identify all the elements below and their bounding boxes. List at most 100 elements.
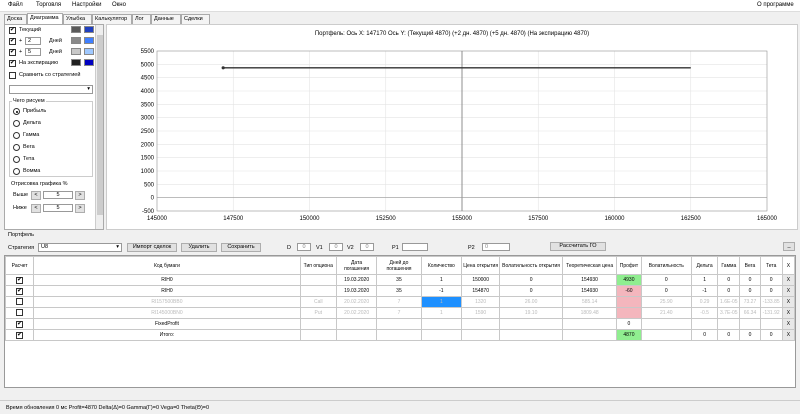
row-checkbox[interactable]: ✔: [16, 320, 24, 328]
radio-vega[interactable]: [13, 144, 20, 151]
tab-log[interactable]: Лог: [132, 14, 151, 24]
table-cell[interactable]: 1: [420, 307, 463, 319]
radio-delta[interactable]: [13, 120, 20, 127]
tab-calculator[interactable]: Калькулятор: [92, 14, 132, 24]
row-checkbox[interactable]: [16, 308, 24, 316]
collapse-button[interactable]: _: [783, 242, 795, 251]
column-header[interactable]: Расчет: [4, 256, 35, 275]
table-cell[interactable]: [420, 318, 463, 330]
calc-checkbox-cell[interactable]: ✔: [4, 318, 35, 330]
delete-button[interactable]: Удалить: [181, 243, 217, 252]
calc-checkbox-cell[interactable]: [4, 296, 35, 308]
tab-data[interactable]: Данные: [151, 14, 181, 24]
plus2-color-swatch-2[interactable]: [84, 37, 94, 44]
days1-input[interactable]: 2: [25, 37, 41, 45]
column-header[interactable]: Дельта: [690, 256, 719, 275]
column-header[interactable]: Вега: [739, 256, 761, 275]
column-header[interactable]: Волатильность: [640, 256, 692, 275]
left-panel-scrollbar[interactable]: [95, 25, 103, 229]
table-cell[interactable]: 1: [420, 274, 463, 286]
column-header[interactable]: Цена открытия: [460, 256, 501, 275]
table-row[interactable]: ✔ Итого: 4870 0 0 0 0 X: [4, 329, 796, 341]
row-delete-button[interactable]: X: [781, 274, 796, 286]
calc-checkbox-cell[interactable]: ✔: [4, 285, 35, 297]
calculate-margin-button[interactable]: Рассчитать ГО: [550, 242, 606, 251]
column-header[interactable]: Количество: [420, 256, 463, 275]
radio-vomma[interactable]: [13, 168, 20, 175]
row-delete-button[interactable]: X: [781, 318, 796, 330]
tab-deals[interactable]: Сделки: [181, 14, 210, 24]
row-checkbox[interactable]: ✔: [16, 331, 24, 339]
row-delete-button[interactable]: X: [781, 285, 796, 297]
expiry-color-swatch[interactable]: [71, 59, 81, 66]
plus2-checkbox[interactable]: ✔: [9, 38, 16, 45]
row-delete-button[interactable]: X: [781, 296, 796, 308]
below-value[interactable]: 5: [43, 204, 73, 212]
current-color-swatch[interactable]: [71, 26, 81, 33]
menu-about[interactable]: О программе: [757, 2, 794, 8]
d-input[interactable]: 0: [297, 243, 311, 251]
table-row[interactable]: RI145000BN0 Put 20.02.2020 7 1 1590 19.10 1809.…: [4, 307, 796, 319]
plus5-color-swatch[interactable]: [71, 48, 81, 55]
save-button[interactable]: Сохранить: [221, 243, 261, 252]
table-cell[interactable]: 1: [420, 296, 463, 308]
column-header[interactable]: Дней до погашения: [376, 256, 422, 275]
radio-gamma[interactable]: [13, 132, 20, 139]
row-checkbox[interactable]: ✔: [16, 276, 24, 284]
column-header[interactable]: Гамма: [717, 256, 741, 275]
menu-trade[interactable]: Торговля: [36, 2, 61, 8]
days2-input[interactable]: 5: [25, 48, 41, 56]
row-checkbox[interactable]: [16, 297, 24, 305]
menu-settings[interactable]: Настройки: [72, 2, 101, 8]
column-header[interactable]: Профит: [616, 256, 642, 275]
plus5-color-swatch-2[interactable]: [84, 48, 94, 55]
radio-profit[interactable]: [13, 108, 20, 115]
compare-checkbox[interactable]: [9, 72, 16, 79]
table-row[interactable]: ✔ FixedProfit 0 X: [4, 318, 796, 330]
p2-input[interactable]: 0: [482, 243, 510, 251]
menu-window[interactable]: Окно: [112, 2, 126, 8]
v2-input[interactable]: 0: [360, 243, 374, 251]
column-header[interactable]: Дата погашения: [335, 256, 378, 275]
table-row[interactable]: ✔ RIH0 19.03.2020 35 -1 154870 0 154930 -60 0 -1 0 0…: [4, 285, 796, 297]
table-row[interactable]: RI157500BB0 Call 20.02.2020 7 1 1320 26.00 585.…: [4, 296, 796, 308]
v1-input[interactable]: 0: [329, 243, 343, 251]
calc-checkbox-cell[interactable]: ✔: [4, 274, 35, 286]
scrollbar-thumb[interactable]: [97, 35, 103, 215]
column-header[interactable]: Волатильность открытия: [499, 256, 563, 275]
current-color-swatch-2[interactable]: [84, 26, 94, 33]
below-decrease-button[interactable]: <: [31, 204, 41, 213]
tab-diagram[interactable]: Диаграмма: [27, 13, 63, 24]
above-increase-button[interactable]: >: [75, 191, 85, 200]
expiry-checkbox[interactable]: ✔: [9, 60, 16, 67]
menu-file[interactable]: Файл: [8, 2, 23, 8]
import-deals-button[interactable]: Импорт сделок: [127, 243, 177, 252]
table-cell[interactable]: -1: [420, 285, 463, 297]
row-checkbox[interactable]: ✔: [16, 287, 24, 295]
tab-smile[interactable]: Улыбка: [63, 14, 92, 24]
column-header[interactable]: Код бумаги: [33, 256, 301, 275]
current-checkbox[interactable]: ✔: [9, 27, 16, 34]
strategy-compare-select[interactable]: ▾: [9, 85, 93, 94]
column-header[interactable]: X: [781, 256, 796, 275]
table-cell[interactable]: [420, 329, 463, 341]
column-header[interactable]: Тета: [759, 256, 783, 275]
column-header[interactable]: Тип опциона: [299, 256, 337, 275]
above-value[interactable]: 5: [43, 191, 73, 199]
table-row[interactable]: ✔ RIH0 19.03.2020 35 1 150000 0 154930 4930 0 1 0 0 0…: [4, 274, 796, 286]
plus5-checkbox[interactable]: ✔: [9, 49, 16, 56]
calc-checkbox-cell[interactable]: ✔: [4, 329, 35, 341]
below-increase-button[interactable]: >: [75, 204, 85, 213]
radio-theta[interactable]: [13, 156, 20, 163]
tab-board[interactable]: Доска: [4, 14, 27, 24]
strategy-select[interactable]: U8 ▾: [38, 243, 122, 252]
above-decrease-button[interactable]: <: [31, 191, 41, 200]
p1-input[interactable]: [402, 243, 428, 251]
expiry-color-swatch-2[interactable]: [84, 59, 94, 66]
plus2-color-swatch[interactable]: [71, 37, 81, 44]
payoff-chart[interactable]: 5500500045004000350030002500200015001000…: [107, 25, 797, 229]
row-delete-button[interactable]: X: [781, 329, 796, 341]
calc-checkbox-cell[interactable]: [4, 307, 35, 319]
column-header[interactable]: Теоретическая цена: [561, 256, 618, 275]
row-delete-button[interactable]: X: [781, 307, 796, 319]
